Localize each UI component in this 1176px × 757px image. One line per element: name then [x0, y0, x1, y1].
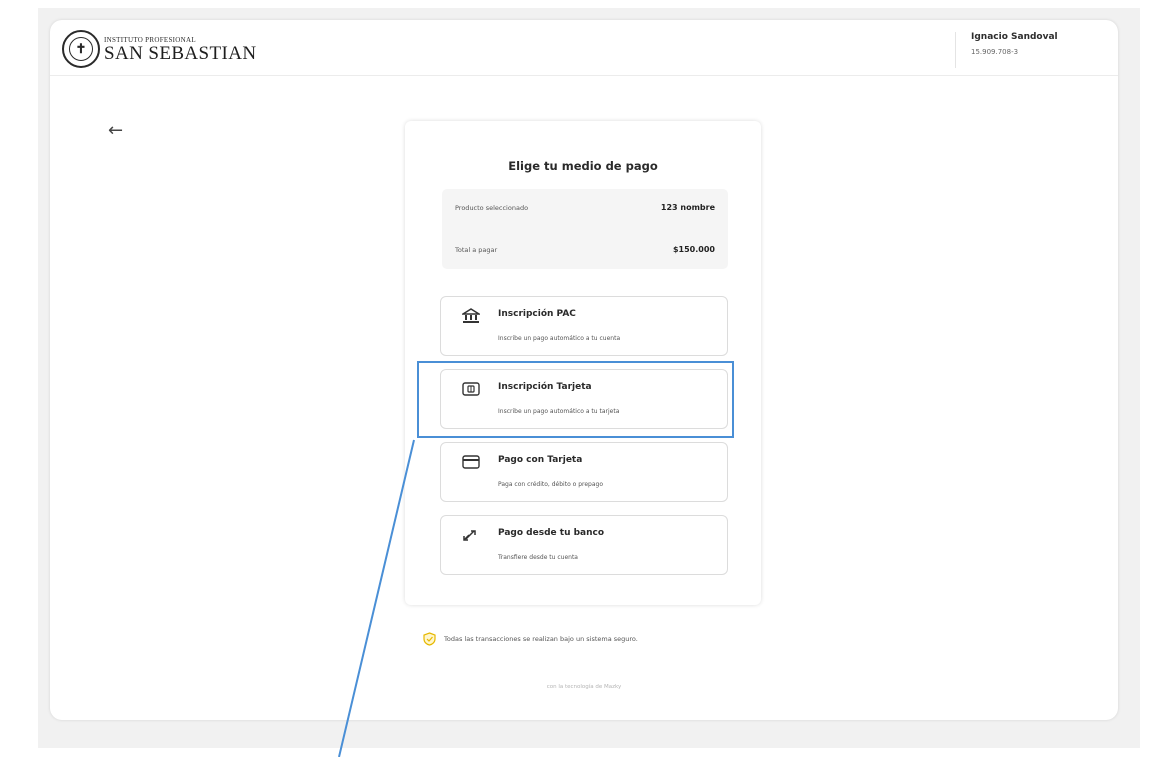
credit-card-icon: [460, 453, 482, 471]
secure-text: Todas las transacciones se realizan bajo…: [444, 635, 638, 643]
option-subtitle: Transfiere desde tu cuenta: [498, 554, 578, 561]
summary-row-total: Total a pagar $150.000: [455, 245, 715, 254]
option-title: Pago desde tu banco: [498, 528, 605, 538]
top-header: ✝ INSTITUTO PROFESIONAL SAN SEBASTIAN Ig…: [50, 20, 1118, 76]
option-title: Inscripción PAC: [498, 309, 576, 319]
user-name: Ignacio Sandoval: [971, 32, 1058, 42]
option-inscripcion-pac[interactable]: Inscripción PAC Inscribe un pago automát…: [440, 296, 728, 356]
option-pago-banco[interactable]: Pago desde tu banco Transfiere desde tu …: [440, 515, 728, 575]
page-title: Elige tu medio de pago: [508, 159, 658, 173]
logo-title: SAN SEBASTIAN: [104, 42, 257, 64]
total-value: $150.000: [672, 245, 715, 254]
total-label: Total a pagar: [455, 245, 498, 254]
annotation-highlight-box: [417, 361, 734, 438]
seal-icon: ✝: [62, 30, 100, 68]
product-label: Producto seleccionado: [455, 203, 529, 212]
summary-row-product: Producto seleccionado 123 nombre: [455, 203, 715, 212]
order-summary: Producto seleccionado 123 nombre Total a…: [442, 189, 728, 269]
bank-icon: [460, 307, 482, 325]
institution-logo[interactable]: ✝ INSTITUTO PROFESIONAL SAN SEBASTIAN: [62, 29, 256, 69]
user-rut: 15.909.708-3: [971, 48, 1019, 56]
powered-by: con la tecnología de Mazky: [546, 684, 622, 690]
option-pago-tarjeta[interactable]: Pago con Tarjeta Paga con crédito, débit…: [440, 442, 728, 502]
shield-icon: [423, 632, 436, 646]
user-info[interactable]: Ignacio Sandoval 15.909.708-3: [955, 32, 1058, 68]
secure-notice: Todas las transacciones se realizan bajo…: [423, 632, 638, 646]
option-subtitle: Inscribe un pago automático a tu cuenta: [498, 335, 621, 342]
arrow-left-icon[interactable]: ←: [108, 122, 123, 140]
option-title: Pago con Tarjeta: [498, 455, 583, 465]
transfer-arrows-icon: [460, 526, 482, 544]
option-subtitle: Paga con crédito, débito o prepago: [498, 481, 604, 488]
product-value: 123 nombre: [660, 203, 715, 212]
